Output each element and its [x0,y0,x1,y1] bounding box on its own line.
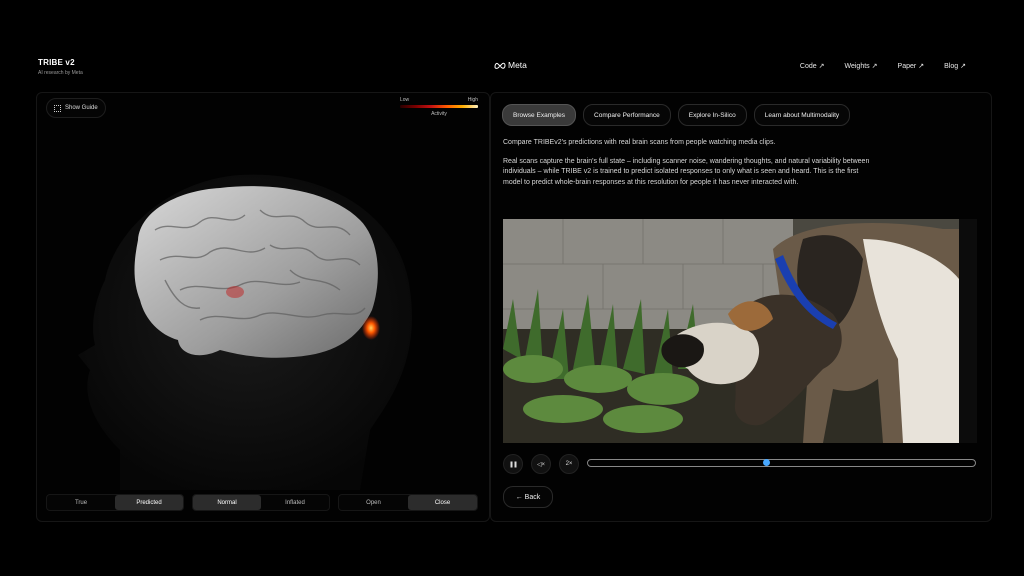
activation-hotspot-temporal [226,286,244,298]
app-subtitle: AI research by Meta [38,70,83,76]
toggle-true[interactable]: True [47,495,115,510]
tab-compare-performance[interactable]: Compare Performance [583,104,671,126]
legend-colorbar [400,105,478,108]
mute-button[interactable]: ◁× [531,454,551,474]
source-toggle: True Predicted [46,494,184,511]
speed-button[interactable]: 2× [559,454,579,474]
toggle-open[interactable]: Open [339,495,408,510]
video-frame-dog [503,219,959,443]
activity-legend: Low High Activity [400,97,478,117]
arrow-up-right-icon: ↗ [918,63,925,70]
open-close-toggle: Open Close [338,494,478,511]
nav-blog-link[interactable]: Blog ↗ [944,62,966,71]
nav-paper-link[interactable]: Paper ↗ [897,62,925,71]
meta-infinity-icon [494,62,506,69]
toggle-normal[interactable]: Normal [193,495,261,510]
nav-weights-link[interactable]: Weights ↗ [844,62,878,71]
toggle-inflated[interactable]: Inflated [261,495,329,510]
intro-text: Compare TRIBEv2's predictions with real … [503,139,776,146]
arrow-up-right-icon: ↗ [818,63,825,70]
arrow-up-right-icon: ↗ [960,63,966,70]
show-guide-label: Show Guide [65,105,98,111]
arrow-up-right-icon: ↗ [871,63,878,70]
scrubber-handle[interactable] [763,459,771,466]
pause-button[interactable] [503,454,523,474]
body-text: Real scans capture the brain's full stat… [503,157,870,186]
legend-high: High [467,97,478,103]
expand-icon [54,104,61,112]
description: Compare TRIBEv2's predictions with real … [503,138,873,196]
legend-caption: Activity [431,111,447,117]
speed-label: 2× [565,461,573,467]
video-player[interactable] [503,219,959,443]
show-guide-button[interactable]: Show Guide [46,98,106,118]
tab-learn-multimodality[interactable]: Learn about Multimodality [753,104,851,126]
meta-logo[interactable]: Meta [494,60,527,70]
nav-label: Code [799,62,817,70]
back-button[interactable]: ← Back [503,486,553,508]
tab-explore-in-silico[interactable]: Explore In-Silico [677,104,747,126]
nav-code-link[interactable]: Code ↗ [799,62,825,71]
nav-label: Blog [944,62,959,70]
pause-icon [510,461,516,467]
toggle-predicted[interactable]: Predicted [115,495,183,510]
nav-label: Paper [897,62,917,70]
surface-toggle: Normal Inflated [192,494,330,511]
logo-text: Meta [508,60,527,70]
top-nav: Code ↗ Weights ↗ Paper ↗ Blog ↗ [799,62,966,71]
brain-cortex [134,186,378,358]
app-title: TRIBE v2 [38,58,75,67]
video-scrubber[interactable] [587,459,976,467]
brain-visualization[interactable] [60,150,460,490]
mute-icon: ◁× [536,461,546,468]
toggle-close[interactable]: Close [408,495,477,510]
activation-hotspot-occipital [362,316,380,340]
brand: TRIBE v2 AI research by Meta [38,58,83,76]
legend-low: Low [400,97,410,103]
back-label: ← Back [515,493,541,501]
nav-label: Weights [844,62,870,70]
scrubber-progress [588,460,766,466]
video-side-frame [959,219,977,443]
mode-tabs: Browse Examples Compare Performance Expl… [502,104,851,126]
tab-browse-examples[interactable]: Browse Examples [502,104,577,126]
